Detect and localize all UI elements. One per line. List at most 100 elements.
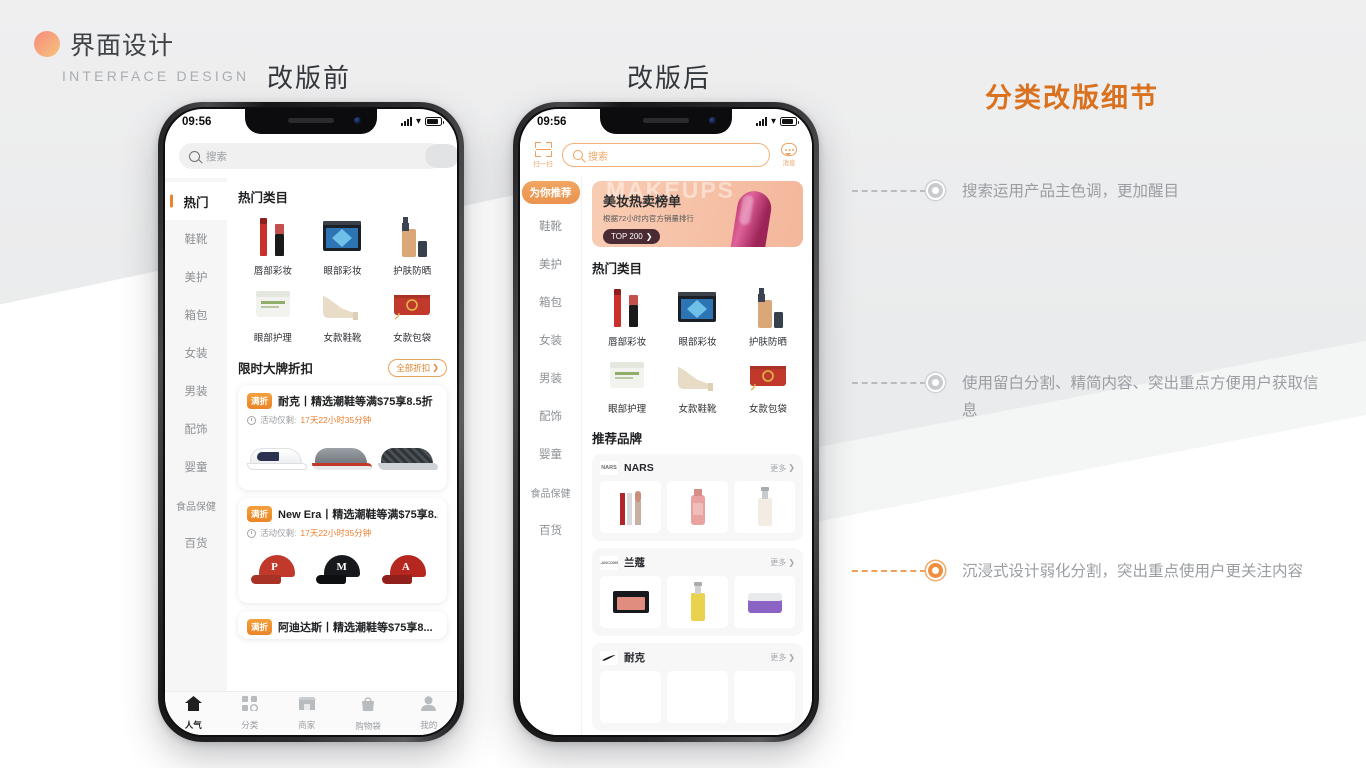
search-input-before[interactable]: 搜索 <box>179 143 457 169</box>
brand-product[interactable] <box>667 671 728 723</box>
hot-item[interactable]: 唇部彩妆 <box>592 285 662 348</box>
brand-product[interactable] <box>600 671 661 723</box>
hot-item[interactable]: 唇部彩妆 <box>238 214 308 277</box>
hot-item[interactable]: 眼部彩妆 <box>308 214 378 277</box>
hot-item[interactable]: 护肤防晒 <box>377 214 447 277</box>
deal-card[interactable]: 满折 New Era丨精选潮鞋等满$75享8... 活动仅剩: 17天22小时3… <box>238 498 447 603</box>
scan-icon <box>534 142 552 157</box>
sidebar-item-accessories[interactable]: 配饰 <box>520 397 581 435</box>
category-rail-after[interactable]: 为你推荐 鞋靴 美护 箱包 女装 男装 配饰 婴童 食品保健 百货 <box>520 175 582 735</box>
sidebar-item-hot[interactable]: 热门 <box>165 182 227 220</box>
sidebar-item-menswear[interactable]: 男装 <box>520 359 581 397</box>
app-before: 搜索 热门 鞋靴 美护 箱包 女装 男装 配饰 婴童 食品保健 百货 热门类目 … <box>165 134 457 735</box>
eyeshadow-palette-icon <box>317 214 367 260</box>
sidebar-item-general[interactable]: 百货 <box>520 511 581 549</box>
handbag-icon <box>387 281 437 327</box>
chevron-right-icon: ❯ <box>788 557 795 567</box>
annotation-marker <box>926 561 945 580</box>
cat-label: 食品保健 <box>530 488 571 500</box>
brand-more-link[interactable]: 更多 ❯ <box>770 652 795 663</box>
product-image: A <box>378 546 438 594</box>
cat-label: 婴童 <box>539 449 562 461</box>
sidebar-item-womenswear[interactable]: 女装 <box>520 321 581 359</box>
brand-product[interactable] <box>734 671 795 723</box>
hot-section-title-before: 热门类目 <box>238 191 289 205</box>
sidebar-item-beauty[interactable]: 美护 <box>520 245 581 283</box>
womens-heel-icon <box>317 281 367 327</box>
chevron-right-icon: ❯ <box>788 652 795 662</box>
brand-card[interactable]: LANCOME 兰蔻 更多 ❯ <box>592 548 803 636</box>
battery-icon <box>425 117 444 126</box>
grid-search-icon <box>241 696 258 716</box>
all-discounts-label: 全部折扣 <box>396 362 431 373</box>
wifi-icon: ▾ <box>770 116 776 127</box>
banner-cta-button[interactable]: TOP 200 ❯ <box>603 229 661 244</box>
hot-category-grid-before: 唇部彩妆 眼部彩妆 护肤防晒 眼部护理 女款鞋靴 女款包袋 <box>238 214 447 344</box>
hot-item[interactable]: 眼部护理 <box>592 352 662 415</box>
sidebar-item-baby[interactable]: 婴童 <box>520 435 581 473</box>
brand-card[interactable]: NARS NARS 更多 ❯ <box>592 454 803 541</box>
brand-product[interactable] <box>734 481 795 533</box>
sidebar-item-baby[interactable]: 婴童 <box>165 448 227 486</box>
hot-item[interactable]: 眼部彩妆 <box>662 285 732 348</box>
sidebar-item-shoes[interactable]: 鞋靴 <box>165 220 227 258</box>
brand-section-title: 推荐品牌 <box>592 432 643 446</box>
brand-product[interactable] <box>600 576 661 628</box>
sidebar-item-menswear[interactable]: 男装 <box>165 372 227 410</box>
eye-cream-jar-icon <box>248 281 298 327</box>
search-input-after[interactable]: 搜索 <box>562 143 770 167</box>
hot-item[interactable]: 护肤防晒 <box>733 285 803 348</box>
annotation-text: 搜索运用产品主色调，更加醒目 <box>962 183 1180 200</box>
deal-card[interactable]: 满折 阿迪达斯丨精选潮鞋等$75享8... <box>238 611 447 639</box>
sidebar-item-general[interactable]: 百货 <box>165 524 227 562</box>
sidebar-item-recommended[interactable]: 为你推荐 <box>521 181 580 204</box>
signal-icon <box>755 117 767 126</box>
scan-button[interactable]: 扫一扫 <box>531 142 555 168</box>
search-toggle[interactable] <box>425 144 457 168</box>
caption-after: 改版后 <box>627 63 712 93</box>
hot-item-label: 唇部彩妆 <box>253 266 292 277</box>
tab-store[interactable]: 商家 <box>297 696 316 731</box>
brand-card[interactable]: 耐克 更多 ❯ <box>592 643 803 731</box>
tab-category[interactable]: 分类 <box>241 696 258 731</box>
annotation-line <box>852 570 926 572</box>
brand-more-link[interactable]: 更多 ❯ <box>770 557 795 568</box>
brand-product[interactable] <box>667 481 728 533</box>
sidebar-item-bags[interactable]: 箱包 <box>520 283 581 321</box>
tab-shopping-bag[interactable]: 购物袋 <box>355 696 381 732</box>
all-discounts-button[interactable]: 全部折扣 ❯ <box>388 358 447 377</box>
brand-more-link[interactable]: 更多 ❯ <box>770 463 795 474</box>
brand-product[interactable] <box>734 576 795 628</box>
sidebar-item-beauty[interactable]: 美护 <box>165 258 227 296</box>
deal-card[interactable]: 满折 耐克丨精选潮鞋等满$75享8.5折 活动仅剩: 17天22小时35分钟 <box>238 385 447 490</box>
hot-item[interactable]: 女款鞋靴 <box>308 281 378 344</box>
sidebar-item-food[interactable]: 食品保健 <box>165 486 227 524</box>
status-time: 09:56 <box>182 115 212 128</box>
hot-item[interactable]: 眼部护理 <box>238 281 308 344</box>
category-rail-before[interactable]: 热门 鞋靴 美护 箱包 女装 男装 配饰 婴童 食品保健 百货 <box>165 178 227 691</box>
tab-mine[interactable]: 我的 <box>420 696 437 731</box>
phone-mockup-after: 09:56 ▾ 扫一扫 搜索 消息 为你推荐 鞋靴 美护 箱包 女装 男装 配饰… <box>513 102 819 742</box>
brand-title: 界面设计 <box>70 32 175 60</box>
sidebar-item-bags[interactable]: 箱包 <box>165 296 227 334</box>
hot-item[interactable]: 女款鞋靴 <box>662 352 732 415</box>
sidebar-item-womenswear[interactable]: 女装 <box>165 334 227 372</box>
messages-button[interactable]: 消息 <box>777 143 801 167</box>
brand-product[interactable] <box>600 481 661 533</box>
more-label: 更多 <box>770 558 787 567</box>
sidebar-item-accessories[interactable]: 配饰 <box>165 410 227 448</box>
sidebar-item-shoes[interactable]: 鞋靴 <box>520 207 581 245</box>
deal-section-title: 限时大牌折扣 <box>238 362 314 376</box>
search-icon <box>573 150 583 160</box>
brand-product[interactable] <box>667 576 728 628</box>
search-placeholder-before: 搜索 <box>206 150 227 163</box>
tab-bar-before[interactable]: 人气 分类 商家 购物袋 我的 <box>165 691 457 735</box>
promo-banner[interactable]: MAKEUPS 美妆热卖榜单 根据72小时内官方销量排行 TOP 200 ❯ <box>592 181 803 247</box>
tab-popular[interactable]: 人气 <box>184 696 202 731</box>
womens-heel-icon <box>672 352 722 398</box>
sidebar-item-food[interactable]: 食品保健 <box>520 473 581 511</box>
hot-item[interactable]: 女款包袋 <box>733 352 803 415</box>
hot-item[interactable]: 女款包袋 <box>377 281 447 344</box>
signal-icon <box>400 117 412 126</box>
brand-logo-icon <box>600 650 618 665</box>
